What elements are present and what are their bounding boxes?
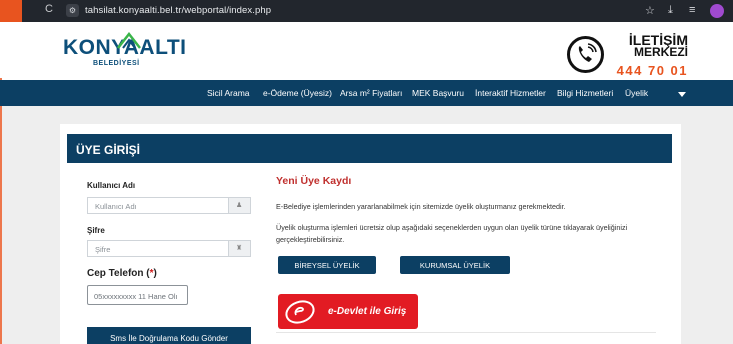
nav-item-uyelik[interactable]: Üyelik [625,88,648,98]
section-divider [276,332,656,333]
url-text[interactable]: tahsilat.konyaalti.bel.tr/webportal/inde… [85,5,271,16]
caret-down-icon[interactable] [678,92,686,97]
password-label: Şifre [87,226,105,235]
register-info-line-1: Üyelik oluşturma işlemleri ücretsiz olup… [276,223,628,232]
lock-icon: ♜ [228,241,250,256]
media-icon[interactable]: ≡ [689,4,695,16]
nav-item-sicil-arama[interactable]: Sicil Arama [207,88,250,98]
nav-item-bilgi[interactable]: Bilgi Hizmetleri [557,88,613,98]
corporate-membership-button[interactable]: KURUMSAL ÜYELİK [400,256,510,274]
browser-toolbar: → C ⚙ tahsilat.konyaalti.bel.tr/webporta… [0,0,733,22]
profile-avatar[interactable] [710,4,724,18]
logo-subtitle: BELEDİYESİ [93,60,140,67]
nav-item-arsa-fiyatlari[interactable]: Arsa m² Fiyatları [340,88,402,98]
individual-membership-button[interactable]: BİREYSEL ÜYELİK [278,256,376,274]
nav-item-e-odeme[interactable]: e-Ödeme (Üyesiz) [263,88,332,98]
username-input[interactable]: Kullanıcı Adı ♟ [87,197,251,214]
panel-header [67,134,672,163]
reload-icon[interactable]: C [45,3,53,15]
username-label: Kullanıcı Adı [87,181,136,190]
edevlet-label: e-Devlet ile Giriş [328,306,407,317]
edevlet-login-button[interactable]: e-Devlet ile Giriş [278,294,418,329]
download-icon[interactable]: ⤓ [668,4,673,17]
site-header: KONYAALTI BELEDİYESİ İLETİŞİM MERKEZİ 44… [0,22,733,78]
register-intro-text: E-Belediye işlemlerinden yararlanabilmek… [276,202,566,211]
star-icon[interactable]: ☆ [645,4,655,17]
phone-input[interactable]: 05xxxxxxxxx 11 Hane Olı [87,285,188,305]
register-title: Yeni Üye Kaydı [276,175,352,187]
phone-icon [567,36,604,73]
send-sms-code-button[interactable]: Sms İle Doğrulama Kodu Gönder [87,327,251,344]
nav-item-mek-basvuru[interactable]: MEK Başvuru [412,88,464,98]
contact-center-title: İLETİŞİM MERKEZİ [628,32,688,59]
main-nav: Sicil Arama e-Ödeme (Üyesiz) Arsa m² Fiy… [0,80,733,106]
register-info-line-2: gerçekleştirebilirsiniz. [276,235,345,244]
phone-label: Cep Telefon (*) [87,268,157,279]
password-input[interactable]: Şifre ♜ [87,240,251,257]
site-settings-icon[interactable]: ⚙ [66,4,79,17]
logo-mark-icon [117,32,141,49]
contact-number[interactable]: 444 70 01 [610,63,688,78]
panel-title: ÜYE GİRİŞİ [76,143,141,157]
user-icon: ♟ [228,198,250,213]
edevlet-logo-icon [285,300,315,324]
nav-item-interaktif[interactable]: İnteraktif Hizmetler [475,88,546,98]
